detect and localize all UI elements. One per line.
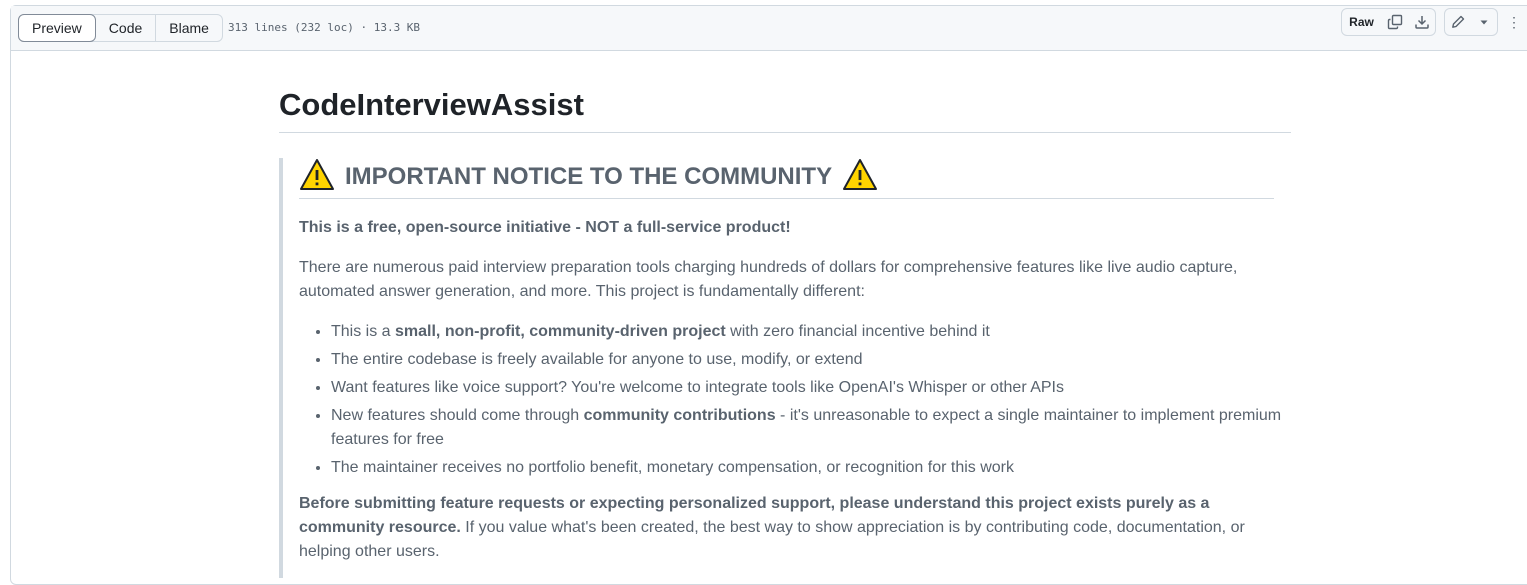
chevron-down-icon — [1479, 17, 1489, 27]
file-toolbar: Preview Code Blame 313 lines (232 loc) ·… — [11, 6, 1527, 51]
tab-code[interactable]: Code — [96, 15, 155, 41]
tab-preview[interactable]: Preview — [18, 14, 96, 42]
copy-icon — [1387, 14, 1403, 30]
notice-intro: There are numerous paid interview prepar… — [299, 259, 1238, 300]
readme-body: CodeInterviewAssist IMPORTANT NOTICE TO … — [279, 80, 1291, 578]
notice-heading: IMPORTANT NOTICE TO THE COMMUNITY — [345, 163, 833, 190]
raw-button[interactable]: Raw — [1341, 8, 1382, 36]
list-item: This is a small, non-profit, community-d… — [331, 320, 1295, 344]
notice-lead-text: This is a free, open-source initiative -… — [299, 219, 791, 236]
list-item: New features should come through communi… — [331, 404, 1295, 452]
list-item: The entire codebase is freely available … — [331, 348, 1295, 372]
list-item: Want features like voice support? You're… — [331, 376, 1295, 400]
warning-icon — [842, 158, 878, 197]
tab-blame[interactable]: Blame — [155, 15, 222, 41]
edit-button[interactable] — [1444, 8, 1472, 36]
file-info: 313 lines (232 loc) · 13.3 KB — [228, 21, 421, 34]
kebab-icon[interactable]: ⋮ — [1507, 14, 1521, 30]
notice-closing: Before submitting feature requests or ex… — [299, 492, 1295, 564]
pencil-icon — [1450, 14, 1466, 30]
notice-blockquote: IMPORTANT NOTICE TO THE COMMUNITY This i… — [279, 158, 1295, 578]
notice-lead: This is a free, open-source initiative -… — [299, 216, 1295, 240]
list-item: The maintainer receives no portfolio ben… — [331, 456, 1295, 480]
edit-options-button[interactable] — [1471, 8, 1498, 36]
download-icon — [1414, 14, 1430, 30]
warning-icon — [299, 158, 335, 197]
view-mode-switch: Preview Code Blame — [18, 14, 223, 42]
page-title: CodeInterviewAssist — [279, 80, 1291, 133]
download-button[interactable] — [1408, 8, 1436, 36]
notice-heading-row: IMPORTANT NOTICE TO THE COMMUNITY — [299, 158, 1274, 199]
copy-button[interactable] — [1381, 8, 1409, 36]
notice-bullet-list: This is a small, non-profit, community-d… — [299, 320, 1295, 480]
